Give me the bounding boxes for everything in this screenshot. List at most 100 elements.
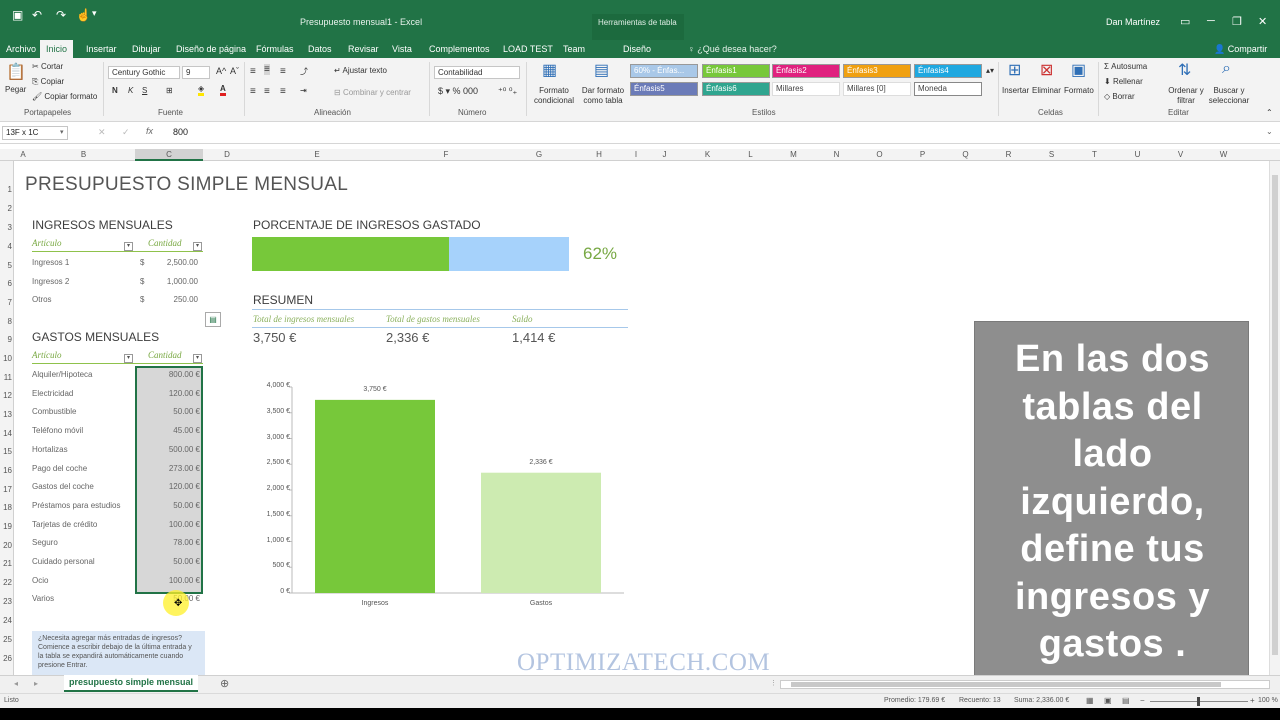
column-header[interactable]: A [14,149,32,161]
decimal-icons[interactable]: ⁺⁰ ⁰₊ [498,86,517,97]
horizontal-scroll-thumb[interactable] [791,682,1221,687]
style-enfasis1[interactable]: Énfasis1 [702,64,770,78]
row-header[interactable]: 7 [0,298,14,307]
tab-formulas[interactable]: Fórmulas [250,40,300,58]
row-header[interactable]: 11 [0,373,14,382]
sort-filter-button[interactable]: Ordenar y filtrar [1166,86,1206,106]
zoom-in-icon[interactable]: + [1250,696,1255,705]
row-header[interactable]: 14 [0,429,14,438]
income-amount[interactable]: 2,500.00 [150,258,198,267]
row-header[interactable]: 25 [0,635,14,644]
expense-amount[interactable]: 50.00 € [140,557,200,566]
filter-dropdown-icon[interactable]: ▾ [124,242,133,251]
column-header[interactable]: G [509,149,569,161]
summary-value-balance[interactable]: 1,414 € [512,330,555,345]
row-header[interactable]: 23 [0,597,14,606]
collapse-ribbon-icon[interactable]: ⌃ [1266,108,1273,117]
expense-amount[interactable]: 800.00 € [140,370,200,379]
underline-icon[interactable]: S [142,86,147,95]
percent-value[interactable]: 62% [583,244,617,264]
copy-button[interactable]: ⎘ Copiar [32,77,64,87]
style-enfasis5[interactable]: Énfasis5 [630,82,698,96]
customize-qat-icon[interactable]: ▾ [92,8,97,19]
summary-value-expenses[interactable]: 2,336 € [386,330,429,345]
row-header[interactable]: 24 [0,616,14,625]
align-bottom-icon[interactable]: ≡ [280,66,286,77]
expense-item[interactable]: Préstamos para estudios [32,501,121,510]
expense-amount[interactable]: 50.00 € [140,501,200,510]
summary-header-expenses[interactable]: Total de gastos mensuales [386,314,480,324]
tab-complementos[interactable]: Complementos [423,40,496,58]
chart-bar[interactable] [315,399,435,593]
paste-icon[interactable]: 📋 [6,62,26,82]
align-center-icon[interactable]: ≡ [264,86,270,97]
row-header[interactable]: 17 [0,485,14,494]
bold-icon[interactable]: N [112,86,118,95]
summary-header-balance[interactable]: Saldo [512,314,533,324]
expense-amount[interactable]: 500.00 € [140,445,200,454]
font-size-combo[interactable]: 9 [182,66,210,79]
ribbon-display-icon[interactable]: ▭ [1180,15,1190,28]
row-header[interactable]: 18 [0,503,14,512]
income-currency[interactable]: $ [140,258,144,267]
font-name-combo[interactable]: Century Gothic [108,66,180,79]
row-header[interactable]: 16 [0,466,14,475]
expense-item[interactable]: Tarjetas de crédito [32,520,97,529]
expense-item[interactable]: Varios [32,594,54,603]
column-header[interactable]: S [1030,149,1073,161]
insert-cells-button[interactable]: Insertar [1002,86,1029,95]
expense-item[interactable]: Combustible [32,407,76,416]
horizontal-scrollbar[interactable] [780,680,1270,689]
page-layout-icon[interactable]: ▣ [1104,696,1112,705]
column-header[interactable]: R [987,149,1030,161]
column-header[interactable]: K [686,149,729,161]
expense-amount[interactable]: 100.00 € [140,520,200,529]
column-header[interactable]: M [772,149,815,161]
tab-diseno[interactable]: Diseño [617,40,657,58]
income-currency[interactable]: $ [140,295,144,304]
tab-datos[interactable]: Datos [302,40,338,58]
insert-function-icon[interactable]: fx [146,126,153,136]
expense-item[interactable]: Cuidado personal [32,557,95,566]
row-header[interactable]: 6 [0,279,14,288]
row-header[interactable]: 4 [0,242,14,251]
number-format-combo[interactable]: Contabilidad [434,66,520,79]
column-header[interactable]: D [203,149,251,161]
income-item[interactable]: Otros [32,295,52,304]
column-header[interactable]: J [643,149,686,161]
font-color-icon[interactable]: A [220,84,226,96]
currency-icon[interactable]: $ ▾ % 000 [438,86,478,97]
font-shrink-icon[interactable]: Aˇ [230,66,239,76]
row-header[interactable]: 13 [0,410,14,419]
percent-title[interactable]: PORCENTAJE DE INGRESOS GASTADO [253,218,481,232]
close-button[interactable]: ✕ [1258,15,1267,28]
income-item[interactable]: Ingresos 1 [32,258,69,267]
summary-value-income[interactable]: 3,750 € [253,330,296,345]
sheet-title[interactable]: PRESUPUESTO SIMPLE MENSUAL [25,174,348,196]
align-top-icon[interactable]: ≡ [250,66,256,77]
fill-button[interactable]: ⬇ Rellenar [1104,77,1143,86]
format-as-table-button[interactable]: Dar formato como tabla [579,86,627,106]
filter-dropdown-icon[interactable]: ▾ [193,242,202,251]
tab-dibujar[interactable]: Dibujar [126,40,167,58]
column-header[interactable]: L [729,149,772,161]
row-header[interactable]: 26 [0,654,14,663]
expense-amount[interactable]: 100.00 € [140,576,200,585]
expense-item[interactable]: Pago del coche [32,464,87,473]
align-middle-icon[interactable]: ≡ [264,64,270,75]
styles-scroll-icon[interactable]: ▴▾ [986,66,994,75]
indent-icon[interactable]: ⇥ [300,86,307,95]
column-header[interactable]: F [383,149,509,161]
style-moneda[interactable]: Moneda [914,82,982,96]
fill-color-icon[interactable]: ◈ [198,84,205,96]
name-box-dropdown-icon[interactable]: ▾ [60,128,64,136]
income-amount[interactable]: 1,000.00 [150,277,198,286]
expense-amount[interactable]: 50.00 € [140,407,200,416]
income-item[interactable]: Ingresos 2 [32,277,69,286]
prev-sheet-icon[interactable]: ◂ [14,679,18,688]
format-cells-button[interactable]: Formato [1064,86,1094,95]
font-grow-icon[interactable]: A^ [216,66,226,76]
insert-cells-icon[interactable]: ⊞ [1008,60,1021,80]
column-header[interactable]: O [858,149,901,161]
row-header[interactable]: 1 [0,185,14,194]
